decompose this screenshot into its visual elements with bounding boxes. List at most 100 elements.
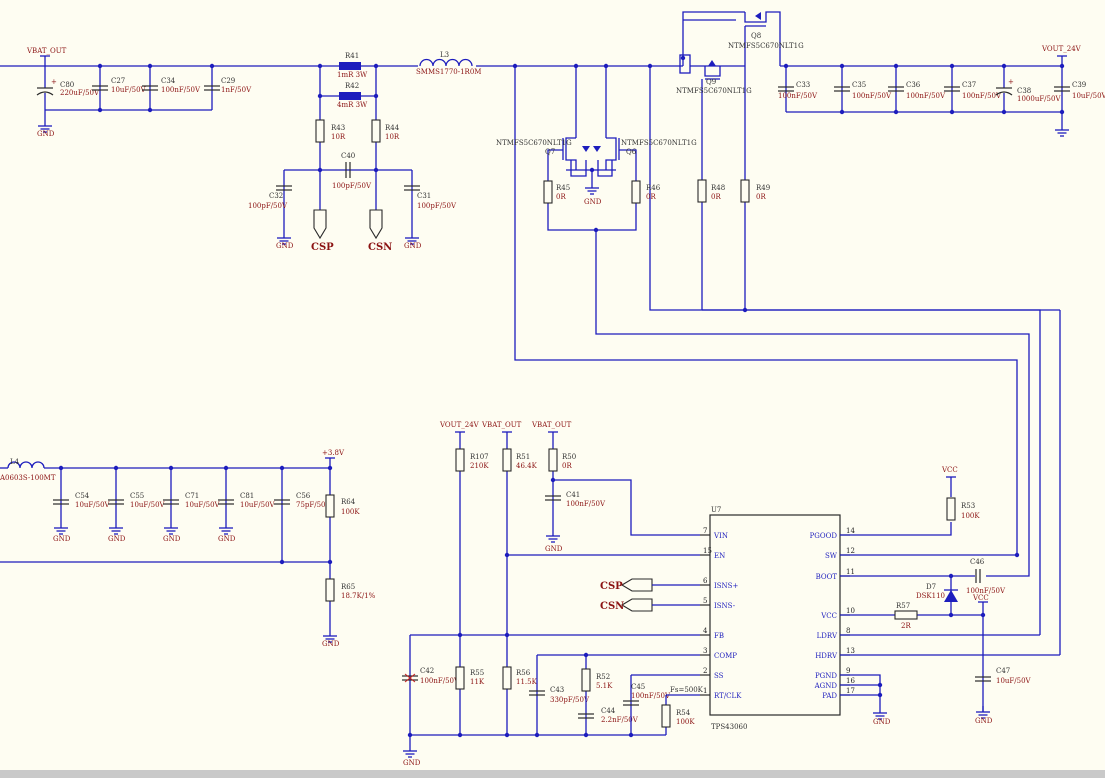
ic-pin-number: 13 bbox=[846, 647, 855, 655]
mosfet-q8: Q8 NTMFS5C670NLT1G bbox=[728, 11, 804, 310]
svg-text:4mR 3W: 4mR 3W bbox=[337, 101, 368, 109]
output-filter-section: VOUT_24V C33 100nF/50V C35 100nF/50V C36… bbox=[777, 45, 1105, 137]
svg-text:100nF/50V: 100nF/50V bbox=[566, 500, 606, 508]
ic-pin-number: 4 bbox=[703, 627, 708, 635]
svg-text:100pF/50V: 100pF/50V bbox=[248, 202, 288, 210]
ic-pin-name: PGOOD bbox=[810, 532, 838, 540]
ic-pin-number: 9 bbox=[846, 667, 850, 675]
diode-d7: D7 DSK110 bbox=[916, 583, 958, 602]
svg-text:C55: C55 bbox=[130, 492, 144, 500]
svg-text:U7: U7 bbox=[711, 506, 721, 514]
svg-text:R44: R44 bbox=[385, 124, 400, 132]
svg-text:100pF/50V: 100pF/50V bbox=[417, 202, 457, 210]
resistor-r57: R57 2R bbox=[894, 602, 918, 630]
net-vout-24v-tap: VOUT_24V bbox=[439, 421, 480, 429]
ic-pin-name: HDRV bbox=[815, 652, 838, 660]
svg-text:GND: GND bbox=[218, 535, 236, 543]
svg-text:R64: R64 bbox=[341, 498, 356, 506]
svg-text:0R: 0R bbox=[562, 462, 572, 470]
capacitor-c43: C43 330pF/50V bbox=[528, 686, 590, 704]
controller-section: VOUT_24V VBAT_OUT VBAT_OUT R107 210K R51… bbox=[401, 421, 1060, 767]
svg-text:10uF/50V: 10uF/50V bbox=[996, 677, 1032, 685]
resistor-r52: R52 5.1K bbox=[581, 668, 613, 692]
svg-text:10R: 10R bbox=[385, 133, 400, 141]
svg-text:NTMFS5C670NLT1G: NTMFS5C670NLT1G bbox=[676, 87, 752, 95]
svg-text:1000uF/50V: 1000uF/50V bbox=[1017, 95, 1061, 103]
svg-text:Q7: Q7 bbox=[545, 148, 555, 156]
capacitor-c55: C55 10uF/50V GND bbox=[107, 468, 166, 543]
svg-text:100nF/50V: 100nF/50V bbox=[161, 86, 201, 94]
inductor-l4: L4 A0603S-100MT bbox=[0, 458, 56, 482]
svg-text:C45: C45 bbox=[631, 683, 645, 691]
capacitor-c71: C71 10uF/50V GND bbox=[162, 468, 221, 543]
ic-pin-number: 15 bbox=[703, 547, 712, 555]
capacitor-c32: C32 100pF/50V GND bbox=[248, 170, 294, 250]
svg-text:C38: C38 bbox=[1017, 87, 1031, 95]
current-sense-section: R41 1mR 3W R42 4mR 3W R43 10R R44 10R C4… bbox=[248, 52, 457, 253]
ic-pin-number: 16 bbox=[846, 677, 855, 685]
svg-text:NTMFS5C670NLT1G: NTMFS5C670NLT1G bbox=[728, 42, 804, 50]
resistor-r44: R44 10R bbox=[371, 119, 400, 143]
svg-text:100nF/50V: 100nF/50V bbox=[852, 92, 892, 100]
capacitor-c40: C40 100pF/50V bbox=[332, 152, 372, 190]
resistor-r51: R51 46.4K bbox=[502, 448, 538, 472]
svg-text:L3: L3 bbox=[440, 51, 449, 59]
svg-text:C41: C41 bbox=[566, 491, 580, 499]
svg-text:210K: 210K bbox=[470, 462, 489, 470]
net-port-csp-ic bbox=[620, 578, 653, 592]
svg-text:C54: C54 bbox=[75, 492, 90, 500]
resistor-r43: R43 10R bbox=[315, 119, 346, 143]
svg-text:DSK110: DSK110 bbox=[916, 592, 945, 600]
resistor-r56: R56 11.5K bbox=[502, 666, 538, 690]
svg-text:C40: C40 bbox=[341, 152, 355, 160]
svg-text:R49: R49 bbox=[756, 184, 770, 192]
capacitor-c42: C42 100nF/50V bbox=[401, 667, 460, 685]
svg-text:C46: C46 bbox=[970, 558, 985, 566]
ic-pin-number: 1 bbox=[703, 687, 707, 695]
svg-text:10uF/50V: 10uF/50V bbox=[75, 501, 111, 509]
svg-text:L4: L4 bbox=[10, 458, 20, 466]
svg-text:R45: R45 bbox=[556, 184, 570, 192]
svg-text:R50: R50 bbox=[562, 453, 576, 461]
svg-text:GND: GND bbox=[873, 718, 891, 726]
ic-pin-name: AGND bbox=[814, 682, 838, 690]
resistor-r107: R107 210K bbox=[455, 448, 489, 472]
capacitor-c80: + C80 220uF/50V GND bbox=[36, 66, 100, 138]
ic-pin-name: VCC bbox=[820, 612, 837, 620]
ic-pin-number: 2 bbox=[703, 667, 707, 675]
svg-text:100K: 100K bbox=[961, 512, 980, 520]
svg-text:GND: GND bbox=[53, 535, 71, 543]
svg-text:330pF/50V: 330pF/50V bbox=[550, 696, 590, 704]
svg-text:100K: 100K bbox=[341, 508, 360, 516]
capacitor-c54: C54 10uF/50V GND bbox=[52, 468, 111, 543]
resistor-r65: R65 18.7K/1% bbox=[325, 578, 376, 602]
svg-text:1nF/50V: 1nF/50V bbox=[221, 86, 252, 94]
svg-text:R51: R51 bbox=[516, 453, 530, 461]
svg-text:C47: C47 bbox=[996, 667, 1010, 675]
capacitor-c31: C31 100pF/50V GND bbox=[403, 170, 457, 250]
svg-text:Q8: Q8 bbox=[751, 32, 761, 40]
svg-text:C44: C44 bbox=[601, 707, 616, 715]
svg-text:+: + bbox=[51, 78, 57, 86]
svg-text:C32: C32 bbox=[269, 192, 283, 200]
horizontal-scrollbar[interactable] bbox=[0, 770, 1105, 778]
net-vout-24v: VOUT_24V bbox=[1041, 45, 1082, 53]
capacitor-c39: C39 10uF/50V bbox=[1053, 66, 1105, 137]
svg-text:CSP: CSP bbox=[600, 581, 623, 592]
svg-text:0R: 0R bbox=[646, 193, 656, 201]
inductor-l3: L3 SMMS1770-1R0M bbox=[416, 51, 481, 76]
ic-pin-name: ISNS+ bbox=[714, 582, 738, 590]
svg-text:R41: R41 bbox=[345, 52, 359, 60]
svg-text:C29: C29 bbox=[221, 77, 235, 85]
mosfet-q7: NTMFS5C670NLT1G Q7 bbox=[496, 137, 590, 178]
resistor-r46: R46 0R bbox=[631, 180, 661, 204]
svg-text:+: + bbox=[1008, 78, 1014, 86]
net-port-csn-ic bbox=[620, 598, 653, 612]
svg-text:11K: 11K bbox=[470, 678, 485, 686]
ic-pin-number: 7 bbox=[703, 527, 707, 535]
resistor-r49: R49 0R bbox=[740, 179, 770, 203]
ic-pin-name: FB bbox=[714, 632, 724, 640]
svg-text:1mR 3W: 1mR 3W bbox=[337, 71, 368, 79]
svg-text:TPS43060: TPS43060 bbox=[711, 723, 747, 731]
capacitor-c44: C44 2.2nF/50V bbox=[577, 707, 639, 724]
